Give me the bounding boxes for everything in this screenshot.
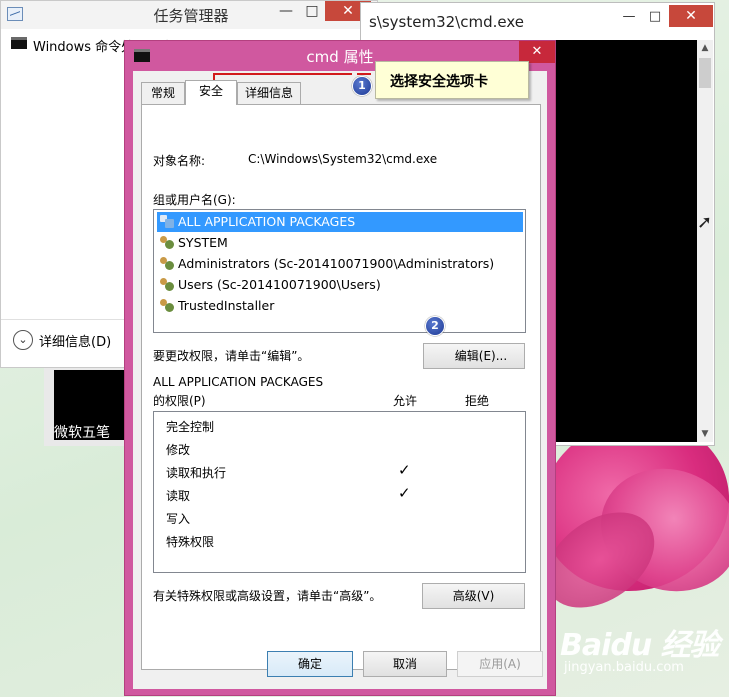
console-area[interactable] [556,40,698,442]
permission-name: 读取和执行 [166,466,227,480]
task-manager-icon [7,7,23,21]
allow-column-header: 允许 [393,394,418,408]
tab-details[interactable]: 详细信息 [237,82,301,104]
user-name: Users (Sc-201410071900\Users) [178,277,381,292]
annotation-callout: 选择安全选项卡 [375,61,529,99]
allow-check-icon: ✓ [398,484,411,502]
baidu-watermark: Baidu 经验 jingyan.baidu.com [560,620,720,675]
object-name-value: C:\Windows\System32\cmd.exe [248,152,438,166]
annotation-connector [357,73,371,75]
permission-row: 写入 [166,507,516,527]
user-list-item[interactable]: Users (Sc-201410071900\Users) [157,275,523,295]
cancel-button[interactable]: 取消 [363,651,447,677]
user-list-item[interactable]: Administrators (Sc-201410071900\Administ… [157,254,523,274]
properties-dialog: cmd 属性 ✕ 常规 安全 详细信息 对象名称: C:\Windows\Sys… [124,40,556,696]
allow-check-icon: ✓ [398,461,411,479]
chevron-down-icon[interactable]: ⌄ [13,330,33,350]
edit-button[interactable]: 编辑(E)... [423,343,525,369]
permission-row: 完全控制 [166,415,516,435]
ok-button[interactable]: 确定 [267,651,353,677]
user-name: SYSTEM [178,235,228,250]
user-name: ALL APPLICATION PACKAGES [178,214,356,229]
deny-column-header: 拒绝 [465,394,490,408]
dialog-body: 常规 安全 详细信息 对象名称: C:\Windows\System32\cmd… [133,71,547,689]
permission-row: 特殊权限 [166,530,516,550]
change-permissions-hint: 要更改权限，请单击“编辑”。 [153,349,310,363]
user-group-icon [159,278,175,292]
close-button[interactable]: ✕ [669,5,713,27]
scroll-thumb[interactable] [699,58,711,88]
permission-row: 读取和执行 ✓ [166,461,516,481]
user-list-item[interactable]: TrustedInstaller [157,296,523,316]
maximize-button[interactable]: □ [299,3,325,21]
permissions-label: 的权限(P) [153,394,206,408]
user-group-icon [159,215,175,229]
annotation-text: 选择安全选项卡 [390,74,488,90]
advanced-hint: 有关特殊权限或高级设置，请单击“高级”。 [153,589,382,603]
console-icon [11,37,27,49]
user-name: Administrators (Sc-201410071900\Administ… [178,256,495,271]
watermark-logo: Baidu 经验 [560,628,720,663]
user-name: TrustedInstaller [178,298,275,313]
permissions-for-label: ALL APPLICATION PACKAGES [153,375,324,389]
permission-row: 读取 ✓ [166,484,516,504]
minimize-button[interactable]: — [617,9,641,27]
task-manager-titlebar[interactable]: 任务管理器 — □ ✕ [1,1,377,29]
tab-general[interactable]: 常规 [141,82,185,104]
user-list[interactable]: ALL APPLICATION PACKAGES SYSTEM Administ… [153,209,526,333]
scroll-up-icon[interactable]: ▲ [697,40,713,56]
close-button[interactable]: ✕ [519,41,555,63]
user-list-item[interactable]: ALL APPLICATION PACKAGES [157,212,523,232]
user-group-icon [159,299,175,313]
object-name-label: 对象名称: [153,154,206,168]
permissions-list: 完全控制 修改 读取和执行 ✓ 读取 ✓ 写入 特殊权限 [153,411,526,573]
more-details-link[interactable]: 详细信息(D) [39,331,111,350]
permission-name: 特殊权限 [166,535,215,549]
permission-name: 完全控制 [166,420,215,434]
maximize-button[interactable]: □ [643,9,667,27]
mouse-cursor-icon: ➚ [697,212,713,233]
user-group-icon [159,257,175,271]
scroll-down-icon[interactable]: ▼ [697,426,713,442]
permission-row: 修改 [166,438,516,458]
annotation-connector [213,73,352,75]
permission-name: 修改 [166,443,191,457]
user-list-item[interactable]: SYSTEM [157,233,523,253]
permission-name: 写入 [166,512,191,526]
task-manager-title: 任务管理器 [153,7,229,25]
cmd-window-title: s\system32\cmd.exe [369,13,524,31]
apply-button[interactable]: 应用(A) [457,651,543,677]
thumbnail-label: 微软五笔 [54,425,110,441]
vertical-scrollbar[interactable]: ▲ ▼ [697,40,713,442]
advanced-button[interactable]: 高级(V) [422,583,525,609]
tab-security[interactable]: 安全 [185,80,237,105]
group-user-label: 组或用户名(G): [153,193,236,207]
minimize-button[interactable]: — [273,3,299,21]
user-group-icon [159,236,175,250]
permission-name: 读取 [166,489,191,503]
step-1-badge: 1 [352,76,372,96]
step-2-badge: 2 [425,316,445,336]
